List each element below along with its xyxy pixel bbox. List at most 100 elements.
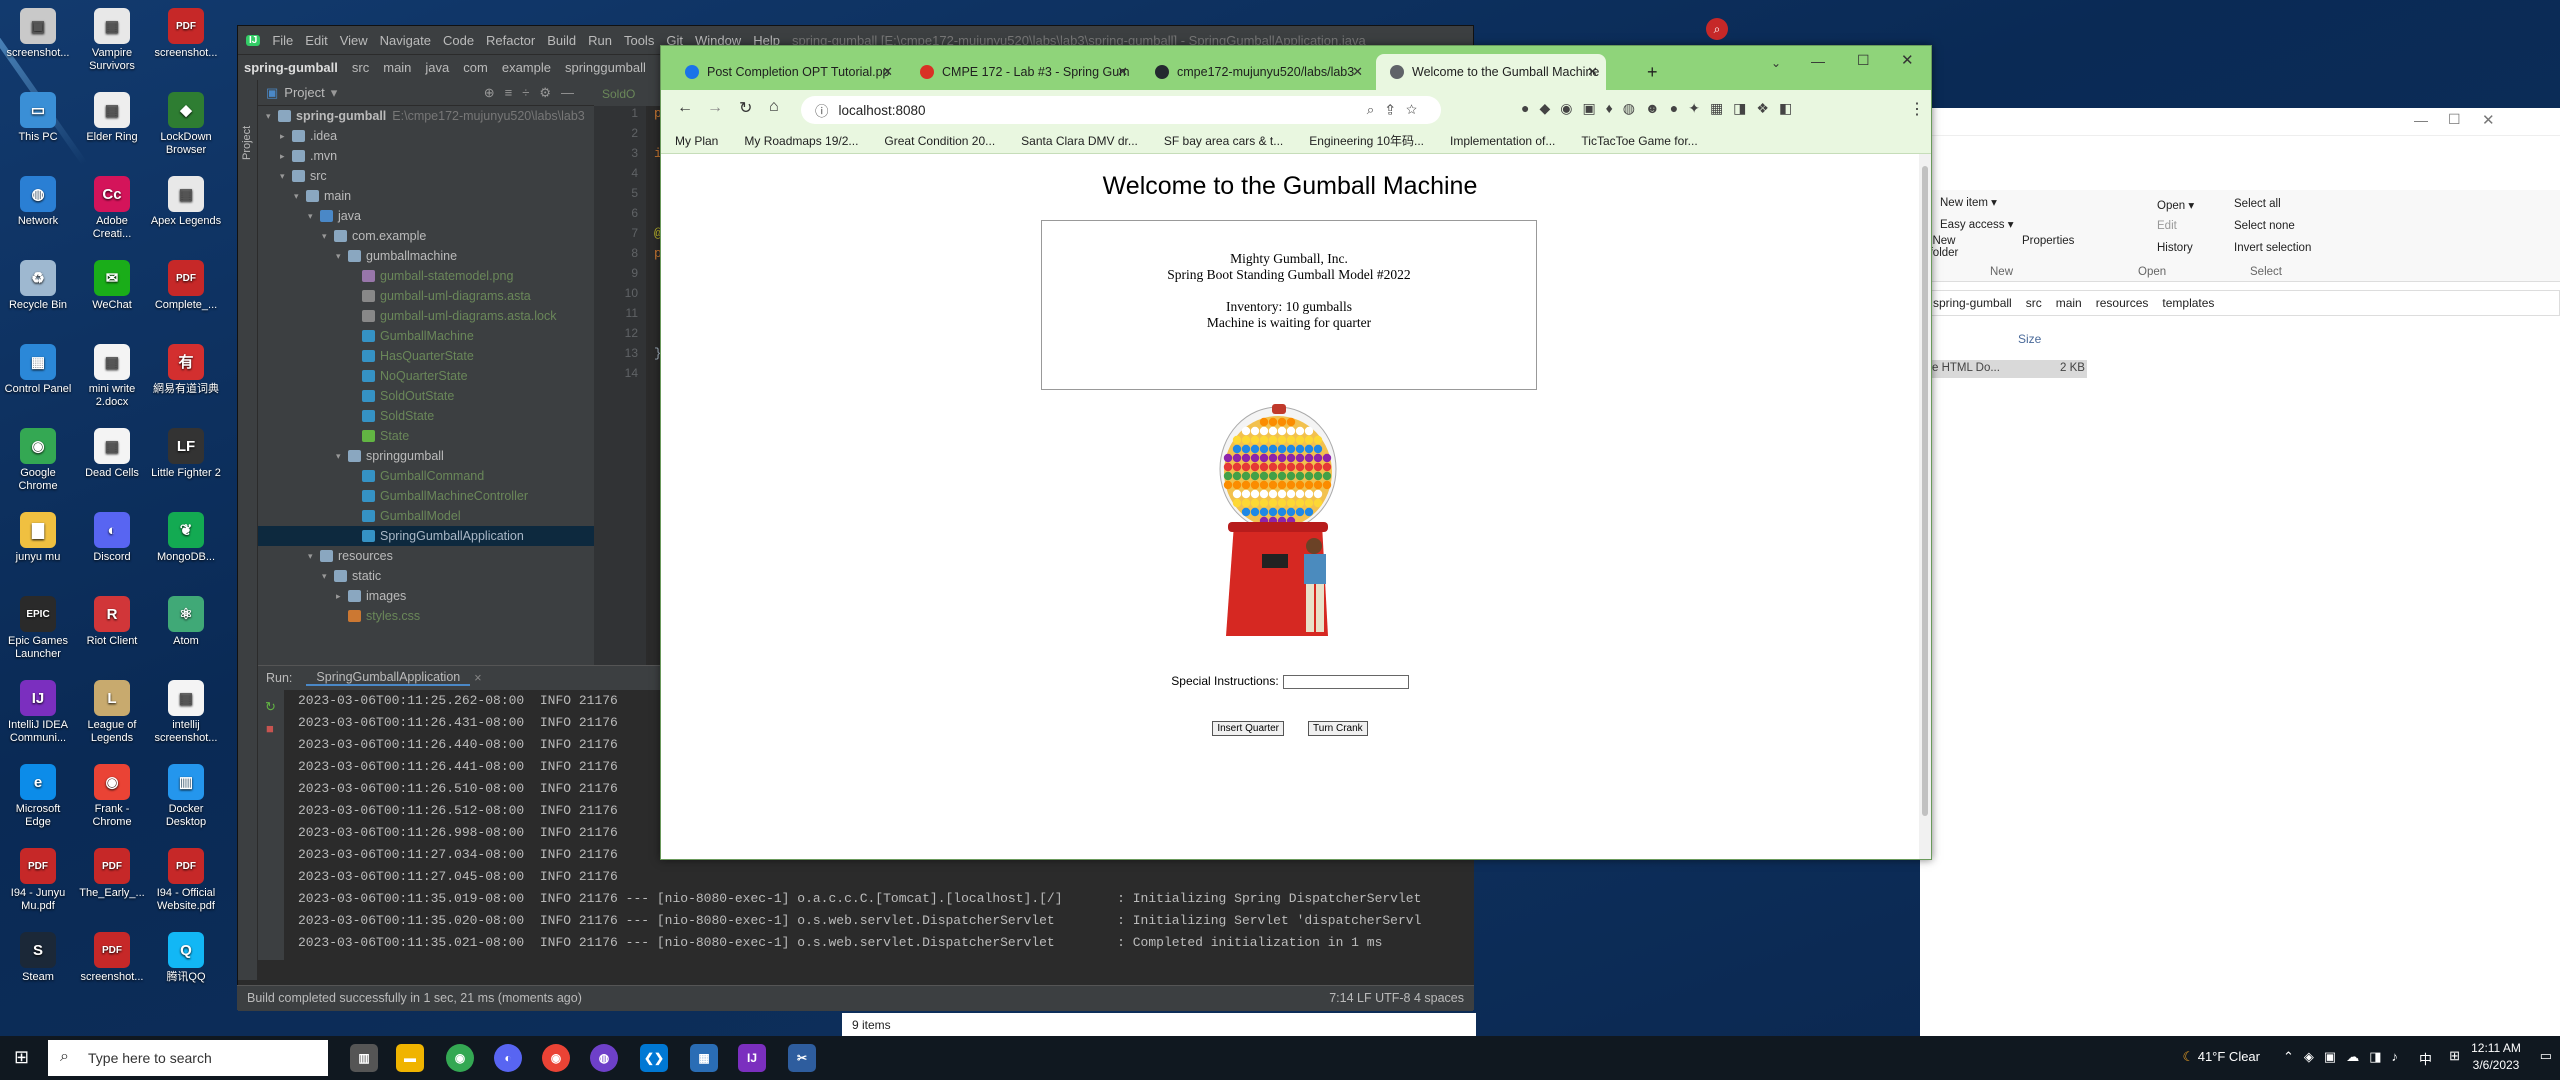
desktop-icon[interactable]: ▤ Apex Legends [150,176,222,228]
desktop-icon[interactable]: 有網易有道词典 [150,344,222,396]
menu-item-navigate[interactable]: Navigate [380,33,431,48]
bookmark-item[interactable]: Implementation of... [1450,134,1555,148]
desktop-icon[interactable]: ▤ intellij screenshot... [150,680,222,745]
desktop-icon[interactable]: ▦ Control Panel [2,344,74,396]
file-explorer-icon[interactable]: ▬ [396,1044,424,1072]
bookmark-item[interactable]: Santa Clara DMV dr... [1021,134,1138,148]
desktop-icon[interactable]: ◉ Frank - Chrome [76,764,148,829]
desktop-icon[interactable]: PDF I94 - Junyu Mu.pdf [2,848,74,913]
special-instructions-input[interactable] [1282,674,1409,689]
stop-icon[interactable]: ■ [258,718,284,740]
task-view-icon[interactable]: ▥ [350,1044,378,1072]
project-tree-item[interactable]: NoQuarterState [258,366,594,386]
edit-button[interactable]: Edit [2157,220,2177,232]
desktop-icon[interactable]: ▤ Elder Ring [76,92,148,144]
desktop-icon[interactable]: EPIC Epic Games Launcher [2,596,74,661]
breadcrumb-item[interactable]: src [352,60,369,75]
info-icon[interactable]: ⓘ [815,100,829,120]
file-row[interactable]: e HTML Do... 2 KB [1932,360,2087,378]
menu-item-view[interactable]: View [340,33,368,48]
project-tree-item[interactable]: GumballMachineController [258,486,594,506]
close-icon[interactable]: ✕ [1117,64,1128,80]
minimize-icon[interactable]: — [2414,112,2428,128]
desktop-icon[interactable]: ◉ Google Chrome [2,428,74,493]
tab-search-icon[interactable]: ⌄ [1771,56,1781,70]
maximize-icon[interactable]: ☐ [2448,111,2461,128]
chevron-down-icon[interactable]: ▾ [336,451,348,462]
bookmark-item[interactable]: SF bay area cars & t... [1164,134,1283,148]
browser-tab[interactable]: Welcome to the Gumball Machine ✕ [1376,54,1606,90]
breadcrumb-item[interactable]: springgumball [565,60,646,75]
project-tree-item[interactable]: SpringGumballApplication [258,526,594,546]
menu-item-refactor[interactable]: Refactor [486,33,535,48]
project-tree-item[interactable]: ▾ src [258,166,594,186]
project-tree-item[interactable]: ▾ main [258,186,594,206]
desktop-icon[interactable]: Q 腾讯QQ [150,932,222,984]
project-tree-item[interactable]: ▾ gumballmachine [258,246,594,266]
intellij-icon[interactable]: IJ [738,1044,766,1072]
desktop-icon[interactable]: S Steam [2,932,74,984]
close-icon[interactable]: × [474,671,481,685]
run-tab[interactable]: SpringGumballApplication [306,670,471,686]
desktop-icon[interactable]: ⚛ Atom [150,596,222,648]
project-tree-item[interactable]: GumballMachine [258,326,594,346]
path-segment[interactable]: main [2056,296,2082,310]
menu-item-tools[interactable]: Tools [624,33,654,48]
path-segment[interactable]: spring-gumball [1933,296,2012,310]
open-button[interactable]: Open ▾ [2157,198,2194,212]
breadcrumb-item[interactable]: example [502,60,551,75]
weather-widget[interactable]: ☾ 41°F Clear [2182,1049,2260,1065]
chevron-down-icon[interactable]: ▾ [294,191,306,202]
project-tree-item[interactable]: GumballCommand [258,466,594,486]
breadcrumb-item[interactable]: spring-gumball [244,60,338,75]
chevron-right-icon[interactable]: ▸ [280,131,292,142]
project-tree-item[interactable]: State [258,426,594,446]
desktop-icon[interactable]: ◆ LockDown Browser [150,92,222,157]
breadcrumb-item[interactable]: com [463,60,488,75]
menu-item-build[interactable]: Build [547,33,576,48]
bookmark-item[interactable]: My Plan [675,134,718,148]
desktop-icon[interactable]: ▭ This PC [2,92,74,144]
new-tab-button[interactable]: + [1647,62,1658,83]
breadcrumb-item[interactable]: main [383,60,411,75]
new-item-button[interactable]: New item ▾ [1940,195,1997,209]
chevron-down-icon[interactable]: ▾ [331,85,338,101]
history-button[interactable]: History [2157,242,2193,254]
explorer-address-bar[interactable]: spring-gumball src main resources templates [1920,290,2560,316]
forward-icon[interactable]: → [707,99,723,117]
chrome-icon[interactable]: ◉ [446,1044,474,1072]
project-tree-item[interactable]: SoldState [258,406,594,426]
back-icon[interactable]: ← [677,99,693,117]
extension-icons[interactable]: ●◆◉▣♦◍☻●✦▦◨❖◧ [1521,100,1802,117]
bookmark-item[interactable]: Engineering 10年码... [1309,132,1424,149]
project-tree-item[interactable]: ▾ springgumball [258,446,594,466]
chrome-profile-icon[interactable]: ◉ [542,1044,570,1072]
home-icon[interactable]: ⌂ [769,98,779,116]
desktop-icon[interactable]: IJ IntelliJ IDEA Communi... [2,680,74,745]
desktop-icon[interactable]: ▤ Vampire Survivors [76,8,148,73]
page-scrollbar[interactable] [1919,154,1931,859]
project-tree-item[interactable]: ▸ images [258,586,594,606]
chevron-down-icon[interactable]: ▾ [336,251,348,262]
breadcrumb-item[interactable]: java [425,60,449,75]
panel-actions[interactable]: ⊕≡÷⚙— [484,85,584,101]
menu-item-file[interactable]: File [272,33,293,48]
vscode-icon[interactable]: ❮❯ [640,1044,668,1072]
clock[interactable]: 12:11 AM 3/6/2023 [2466,1040,2526,1074]
chevron-down-icon[interactable]: ▾ [280,171,292,182]
omnibox-actions[interactable]: ⌕⇪☆ [1367,102,1429,118]
project-tree-item[interactable]: GumballModel [258,506,594,526]
path-segment[interactable]: src [2026,296,2042,310]
project-tree-item[interactable]: ▸ .idea [258,126,594,146]
chrome-menu-icon[interactable]: ⋮ [1909,99,1925,119]
project-tree-item[interactable]: ▾ java [258,206,594,226]
menu-item-code[interactable]: Code [443,33,474,48]
desktop-icon[interactable]: L League of Legends [76,680,148,745]
desktop-icon[interactable]: PDF The_Early_... [76,848,148,900]
desktop-icon[interactable]: ▇ junyu mu [2,512,74,564]
rerun-icon[interactable]: ↻ [258,690,284,718]
windows-start-icon[interactable]: ⊞ [14,1047,29,1068]
project-tree-item[interactable]: ▾ static [258,566,594,586]
desktop-icon[interactable]: ▤ Dead Cells [76,428,148,480]
project-tree-item[interactable]: styles.css [258,606,594,626]
